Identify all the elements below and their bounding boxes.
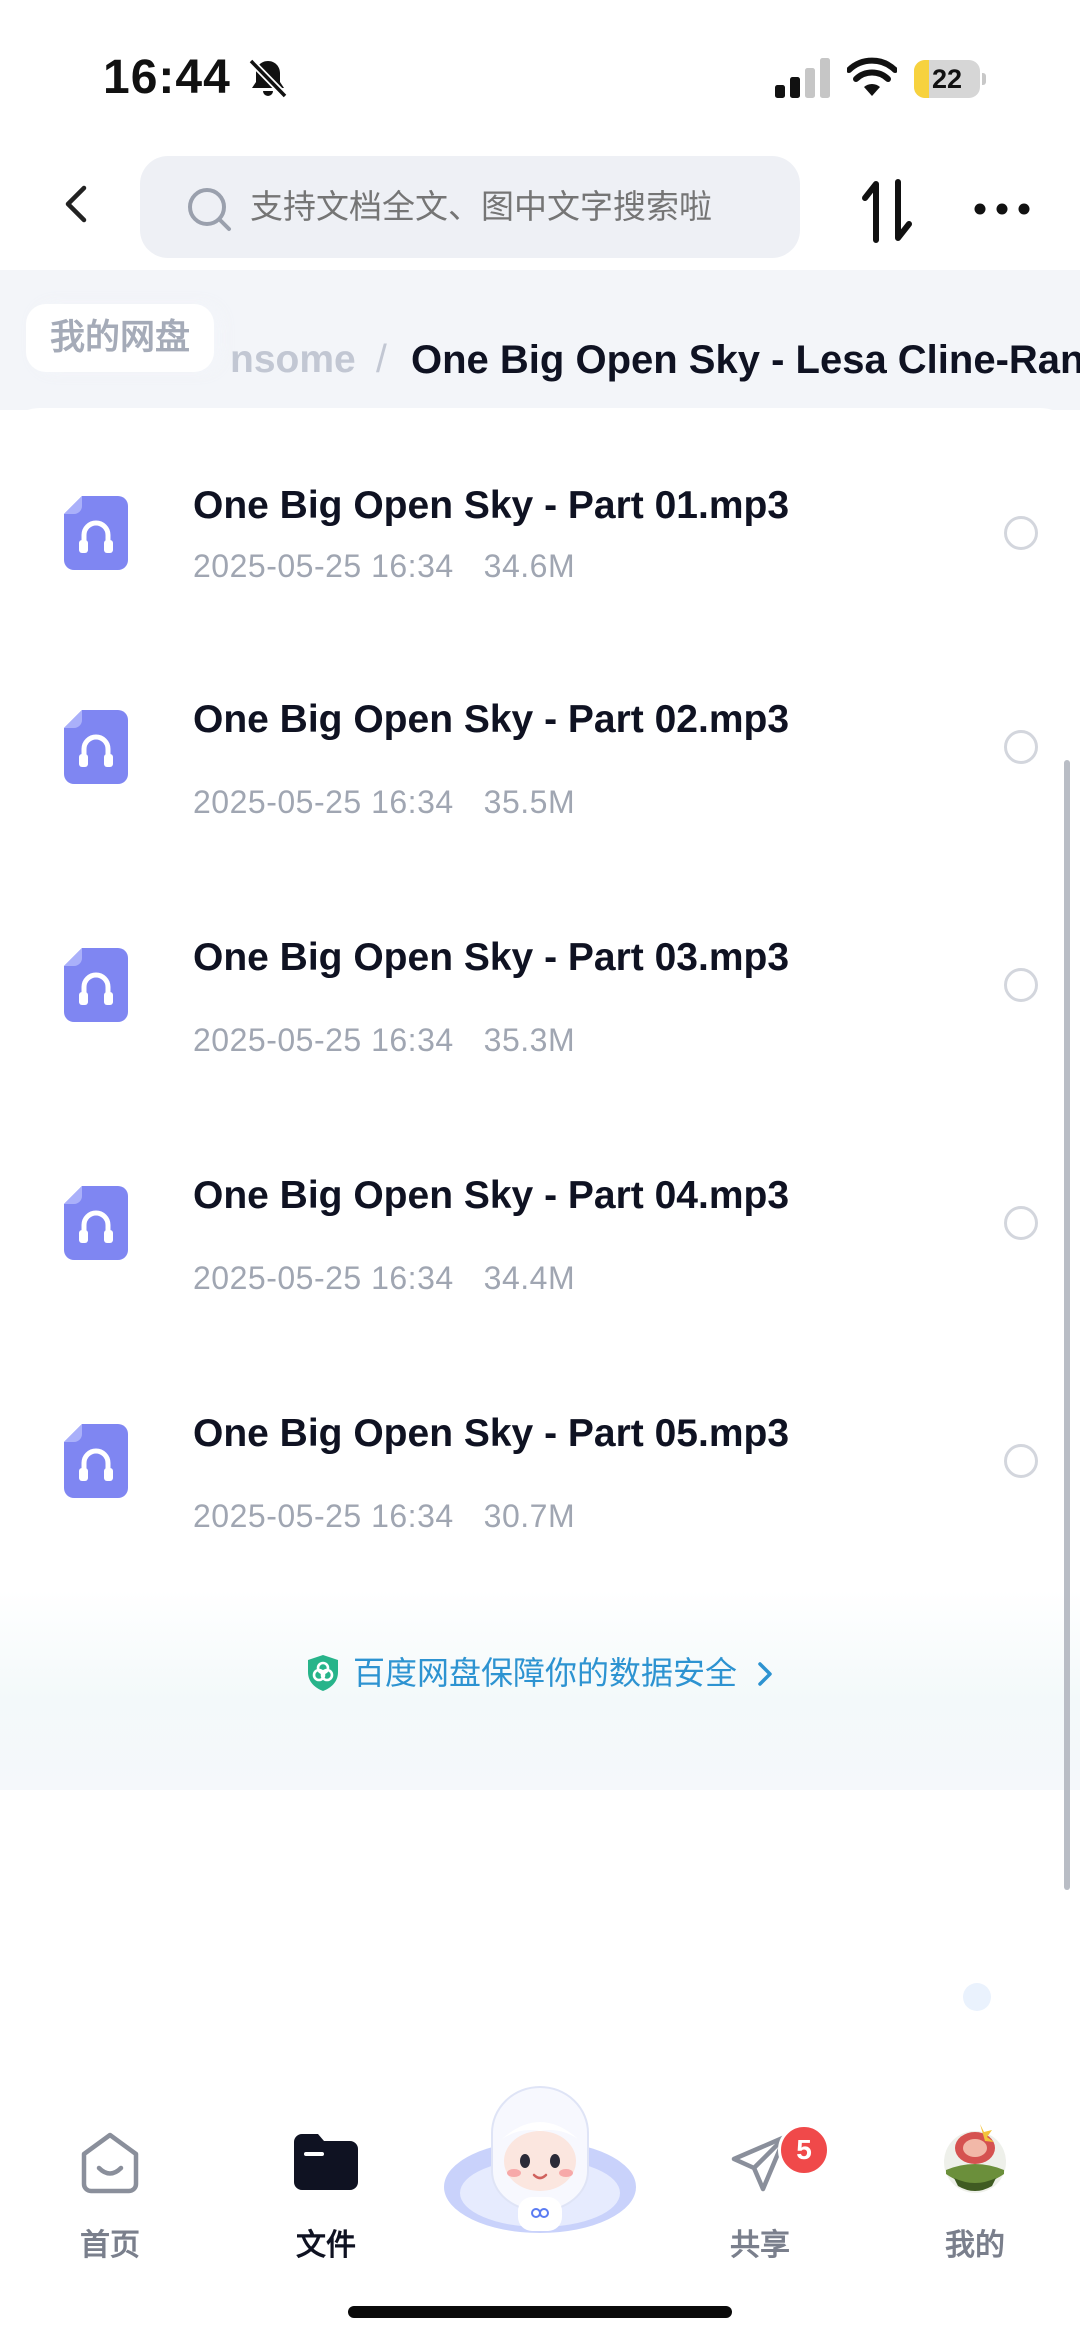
breadcrumb-separator: / xyxy=(376,338,387,381)
select-checkbox[interactable] xyxy=(1004,730,1038,764)
select-checkbox[interactable] xyxy=(1004,1206,1038,1240)
avatar[interactable] xyxy=(940,2122,1010,2196)
file-meta: 2025-05-25 16:34 34.6M xyxy=(193,548,575,585)
file-date: 2025-05-25 16:34 xyxy=(193,1022,454,1058)
file-size: 35.5M xyxy=(483,784,576,820)
status-bar: 16:44 22 xyxy=(0,0,1080,150)
wifi-icon xyxy=(847,57,897,96)
battery-indicator: 22 xyxy=(914,60,986,98)
file-name: One Big Open Sky - Part 01.mp3 xyxy=(193,484,790,527)
tab-files[interactable]: 文件 xyxy=(246,2090,406,2290)
top-header xyxy=(0,150,1080,270)
security-notice-text: 百度网盘保障你的数据安全 xyxy=(352,1655,737,1691)
file-row[interactable]: One Big Open Sky - Part 04.mp3 2025-05-2… xyxy=(0,1126,1080,1326)
file-size: 34.6M xyxy=(483,548,576,584)
search-icon xyxy=(188,188,231,231)
file-date: 2025-05-25 16:34 xyxy=(193,784,454,820)
file-meta: 2025-05-25 16:34 35.5M xyxy=(193,784,575,821)
silent-bell-icon xyxy=(248,58,288,99)
file-name: One Big Open Sky - Part 03.mp3 xyxy=(193,936,790,979)
sort-icon[interactable] xyxy=(860,178,914,244)
file-date: 2025-05-25 16:34 xyxy=(193,548,454,584)
file-size: 34.4M xyxy=(483,1260,576,1296)
battery-level-text: 22 xyxy=(931,64,963,94)
file-meta: 2025-05-25 16:34 30.7M xyxy=(193,1498,575,1535)
breadcrumb-current-folder: One Big Open Sky - Lesa Cline-Ran xyxy=(411,338,1080,382)
file-name: One Big Open Sky - Part 05.mp3 xyxy=(193,1412,790,1455)
file-meta: 2025-05-25 16:34 34.4M xyxy=(193,1260,575,1297)
file-size: 30.7M xyxy=(483,1498,576,1534)
search-input[interactable] xyxy=(250,156,770,258)
file-date: 2025-05-25 16:34 xyxy=(193,1260,454,1296)
file-meta: 2025-05-25 16:34 35.3M xyxy=(193,1022,575,1059)
search-bar[interactable] xyxy=(140,156,800,258)
file-name: One Big Open Sky - Part 02.mp3 xyxy=(193,698,790,741)
select-checkbox[interactable] xyxy=(1004,1444,1038,1478)
breadcrumb-parent-folder[interactable]: nsome xyxy=(230,320,356,400)
more-options-icon[interactable] xyxy=(972,194,1032,224)
breadcrumb: nsome / One Big Open Sky - Lesa Cline-Ra… xyxy=(0,270,1080,410)
tab-label: 我的 xyxy=(945,2229,1005,2262)
breadcrumb-root[interactable]: 我的网盘 xyxy=(26,304,215,372)
home-icon xyxy=(81,2132,139,2194)
file-size: 35.3M xyxy=(483,1022,576,1058)
audio-file-icon xyxy=(64,1186,128,1260)
file-row[interactable]: One Big Open Sky - Part 05.mp3 2025-05-2… xyxy=(0,1364,1080,1564)
folder-icon xyxy=(294,2134,358,2190)
chevron-right-icon xyxy=(758,1662,772,1686)
select-checkbox[interactable] xyxy=(1004,516,1038,550)
notification-badge: 5 xyxy=(778,2124,830,2176)
floating-dot xyxy=(963,1983,991,2011)
file-row[interactable]: One Big Open Sky - Part 01.mp3 2025-05-2… xyxy=(0,436,1080,636)
tab-label: 共享 xyxy=(730,2229,790,2262)
mascot-assistant-icon[interactable] xyxy=(440,2075,640,2245)
file-row[interactable]: One Big Open Sky - Part 02.mp3 2025-05-2… xyxy=(0,650,1080,850)
shield-icon xyxy=(307,1655,338,1691)
select-checkbox[interactable] xyxy=(1004,968,1038,1002)
status-time: 16:44 xyxy=(103,51,231,104)
audio-file-icon xyxy=(64,710,128,784)
tab-label: 文件 xyxy=(296,2229,356,2262)
file-date: 2025-05-25 16:34 xyxy=(193,1498,454,1534)
scrollbar[interactable] xyxy=(1064,760,1070,1890)
tab-share[interactable]: 共享 xyxy=(680,2090,840,2290)
audio-file-icon xyxy=(64,948,128,1022)
tab-label: 首页 xyxy=(80,2229,140,2262)
security-notice-link[interactable]: 百度网盘保障你的数据安全 xyxy=(0,1648,1080,1694)
back-arrow-icon[interactable] xyxy=(50,174,110,234)
file-name: One Big Open Sky - Part 04.mp3 xyxy=(193,1174,790,1217)
home-indicator xyxy=(348,2306,732,2318)
tab-home[interactable]: 首页 xyxy=(30,2090,190,2290)
audio-file-icon xyxy=(64,1424,128,1498)
cellular-signal-icon xyxy=(775,58,830,98)
file-row[interactable]: One Big Open Sky - Part 03.mp3 2025-05-2… xyxy=(0,888,1080,1088)
audio-file-icon xyxy=(64,496,128,570)
